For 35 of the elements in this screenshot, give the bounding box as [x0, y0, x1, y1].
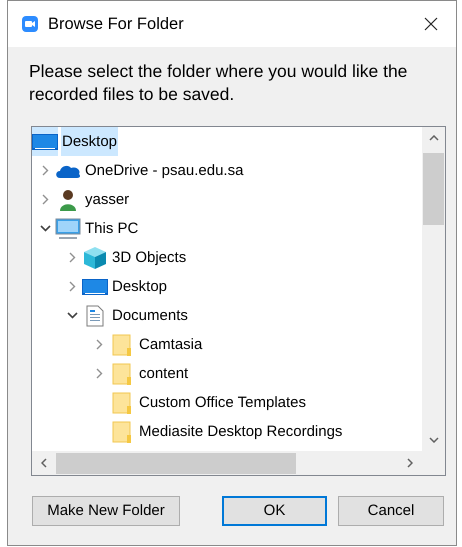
dialog-button[interactable]: OK: [222, 496, 327, 526]
folder-icon: [112, 362, 132, 384]
window-title: Browse For Folder: [48, 14, 185, 35]
tree-item[interactable]: 3D Objects: [111, 243, 188, 272]
tree-item[interactable]: yasser: [84, 185, 130, 214]
computer-icon: [55, 218, 81, 240]
chevron-up-icon[interactable]: [428, 135, 438, 141]
folder-icon: [112, 392, 132, 414]
document-icon: [86, 304, 104, 326]
tree-item[interactable]: OneDrive - psau.edu.sa: [84, 156, 244, 185]
tree-item[interactable]: Custom Office Templates: [138, 388, 308, 417]
dialog-button[interactable]: Cancel: [338, 496, 444, 526]
close-icon[interactable]: [423, 16, 439, 32]
person-icon: [57, 188, 79, 210]
monitor-icon: [82, 276, 108, 296]
vertical-scrollbar[interactable]: [422, 127, 445, 451]
instruction-text: Please select the folder where you would like the recorded files to be saved.: [29, 60, 408, 106]
scrollbar-thumb[interactable]: [56, 452, 296, 474]
folder-icon: [112, 334, 132, 356]
tree-item[interactable]: Desktop: [111, 272, 168, 301]
chevron-right-icon[interactable]: [407, 458, 413, 468]
tree-item[interactable]: This PC: [84, 214, 140, 243]
tree-item[interactable]: Mediasite Desktop Recordings: [138, 417, 344, 446]
tree-item[interactable]: Desktop: [61, 127, 118, 156]
chevron-left-icon[interactable]: [41, 458, 47, 468]
tree-item[interactable]: content: [138, 359, 190, 388]
chevron-down-icon[interactable]: [428, 437, 438, 443]
tree-item[interactable]: Documents: [111, 301, 189, 330]
cube-icon: [83, 246, 107, 270]
tree-item[interactable]: Camtasia: [138, 330, 204, 359]
dialog-button[interactable]: Make New Folder: [32, 496, 180, 526]
scrollbar-thumb[interactable]: [423, 153, 444, 225]
horizontal-scrollbar[interactable]: [32, 451, 445, 475]
video-camera-icon: [22, 16, 38, 32]
folder-icon: [112, 420, 132, 442]
